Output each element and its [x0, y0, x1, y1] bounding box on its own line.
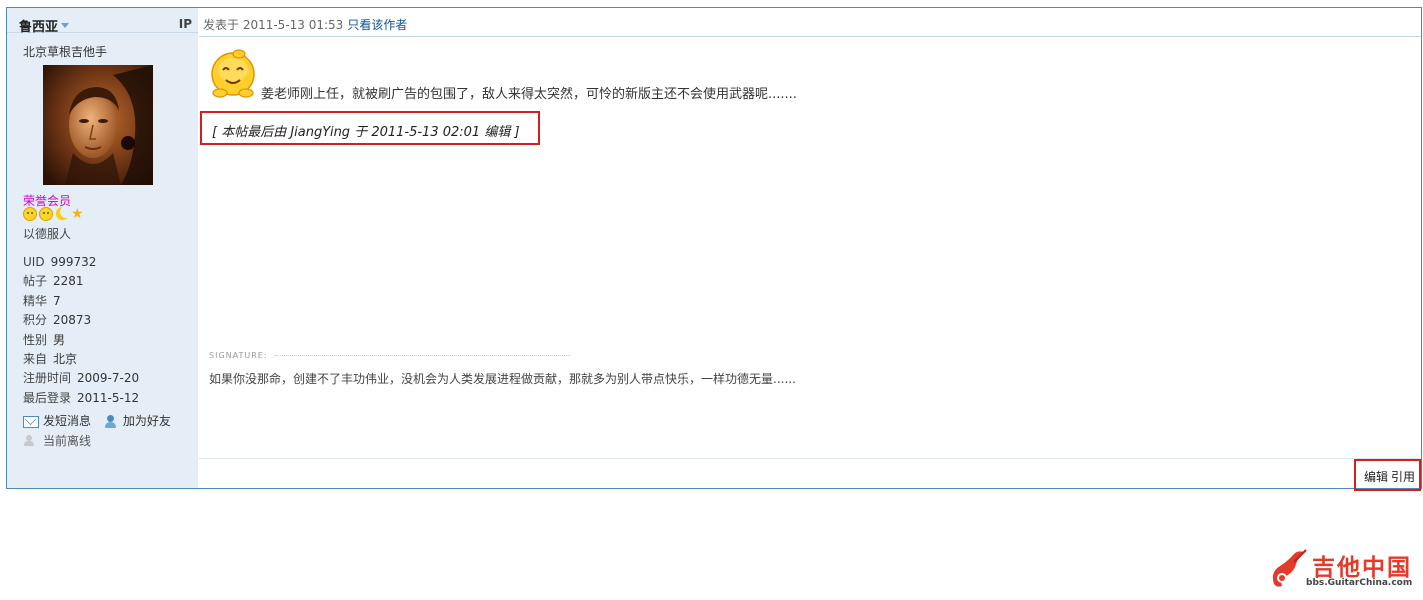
- edit-button[interactable]: 编辑: [1364, 470, 1388, 484]
- stat-label: 最后登录: [23, 390, 72, 405]
- stat-label: 性别: [23, 332, 48, 347]
- avatar[interactable]: [43, 65, 153, 185]
- add-friend-icon: [103, 414, 119, 429]
- custom-title: 北京草根吉他手: [23, 45, 108, 59]
- stat-gender: 性别男: [23, 331, 139, 350]
- stat-value: 北京: [53, 352, 78, 367]
- stat-location: 来自 北京: [23, 350, 139, 369]
- add-friend-label[interactable]: 加为好友: [123, 414, 171, 428]
- edit-note: [ 本帖最后由 JiangYing 于 2011-5-13 02:01 编辑 ]: [212, 125, 520, 140]
- quote-button[interactable]: 引用: [1391, 470, 1415, 484]
- post-footer-divider: [199, 458, 1421, 459]
- post-timestamp: 发表于 2011-5-13 01:53: [203, 18, 344, 32]
- stat-uid: UID 999732: [23, 253, 139, 272]
- forum-post: 鲁西亚 IP 北京草根吉他手 荣誉会员 ★ 以德服人 UID 999732 帖子…: [6, 7, 1422, 491]
- post-content: 发表于 2011-5-13 01:53 只看该作者 姜老师刚上任，就被刷广告的包围…: [199, 8, 1421, 491]
- moon-icon: [55, 206, 72, 221]
- send-pm-link[interactable]: 发短消息: [23, 412, 91, 429]
- chevron-down-icon[interactable]: [61, 23, 70, 28]
- site-logo[interactable]: 吉他中国 bbs.GuitarChina.com: [1268, 548, 1420, 592]
- stat-credits: 积分 20873: [23, 311, 139, 330]
- stat-label: 帖子: [23, 274, 48, 289]
- stat-value: 2281: [53, 274, 84, 289]
- logo-text: 吉他中国: [1312, 555, 1412, 581]
- author-only-link[interactable]: 只看该作者: [347, 18, 407, 32]
- stat-label: UID: [23, 255, 45, 269]
- post-message: 姜老师刚上任，就被刷广告的包围了，敌人来得太突然，可怜的新版主还不会使用武器呢.…: [261, 87, 797, 102]
- stat-value: 999732: [50, 255, 97, 269]
- stat-value: 20873: [53, 313, 92, 328]
- rank-icons: ★: [23, 206, 87, 222]
- mail-icon: [23, 415, 39, 428]
- sun-face-icon: [23, 207, 37, 221]
- signature-label: SIGNATURE:: [209, 351, 268, 360]
- post-meta: 发表于 2011-5-13 01:53 只看该作者: [203, 16, 407, 33]
- user-stats: UID 999732 帖子 2281 精华 7 积分 20873 性别男 来自 北京 注册…: [23, 253, 139, 408]
- post-ops-highlight: 编辑 引用: [1354, 459, 1421, 491]
- stat-registered: 注册时间 2009-7-20: [23, 369, 139, 388]
- stat-label: 精华: [23, 293, 48, 308]
- add-friend-link[interactable]: 加为好友: [103, 412, 171, 429]
- stat-value: 2009-7-20: [77, 371, 140, 386]
- avatar-image: [43, 65, 153, 185]
- author-actions: 发短消息 加为好友: [23, 412, 179, 429]
- smiley-emoticon-icon: [211, 49, 255, 98]
- sun-face-icon: [39, 207, 53, 221]
- ip-label[interactable]: IP: [179, 17, 192, 31]
- edit-note-highlight: [ 本帖最后由 JiangYing 于 2011-5-13 02:01 编辑 ]: [200, 111, 540, 145]
- stat-value: 男: [53, 332, 66, 347]
- stat-label: 积分: [23, 313, 48, 328]
- send-pm-label[interactable]: 发短消息: [43, 414, 91, 428]
- stat-value: 7: [53, 293, 61, 308]
- offline-user-icon: [23, 435, 35, 448]
- stat-value: 2011-5-12: [77, 390, 140, 405]
- online-status-text: 当前离线: [43, 434, 92, 448]
- post-header: 发表于 2011-5-13 01:53 只看该作者: [199, 8, 1421, 37]
- stat-digest: 精华 7: [23, 292, 139, 311]
- online-status: 当前离线: [23, 432, 91, 449]
- star-icon: ★: [71, 206, 84, 222]
- user-motto: 以德服人: [23, 227, 72, 241]
- author-name-text[interactable]: 鲁西亚: [19, 20, 58, 35]
- author-name[interactable]: 鲁西亚: [19, 16, 70, 35]
- signature-divider: [275, 355, 571, 356]
- author-sidebar: 鲁西亚 IP 北京草根吉他手 荣誉会员 ★ 以德服人 UID 999732 帖子…: [7, 8, 198, 488]
- stat-last-login: 最后登录 2011-5-12: [23, 389, 139, 408]
- stat-label: 注册时间: [23, 371, 72, 386]
- stat-label: 来自: [23, 352, 48, 367]
- post-ops: 编辑 引用: [1364, 468, 1418, 485]
- logo-url: bbs.GuitarChina.com: [1306, 578, 1413, 588]
- stat-posts: 帖子 2281: [23, 272, 139, 291]
- signature-text: 如果你没那命，创建不了丰功伟业，没机会为人类发展进程做贡献，那就多为别人带点快乐…: [209, 372, 796, 386]
- author-header: 鲁西亚 IP: [7, 8, 198, 35]
